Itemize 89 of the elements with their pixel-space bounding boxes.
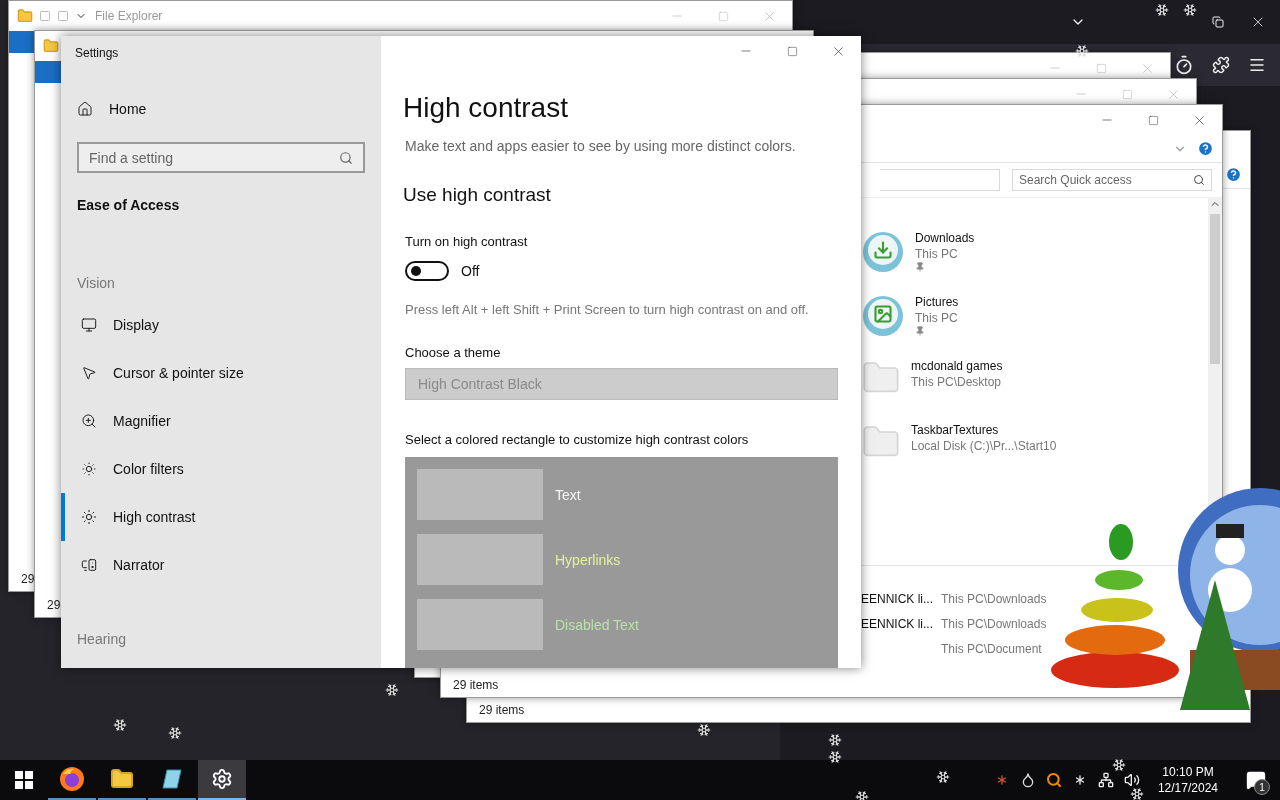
browser-icon xyxy=(59,766,85,792)
nav-item[interactable]: Cursor & pointer size xyxy=(61,349,381,397)
shortcut-hint: Press left Alt + left Shift + Print Screen to turn high contrast on and off. xyxy=(405,301,810,319)
snowflake-icon xyxy=(697,723,711,737)
snowflake-icon xyxy=(855,790,869,800)
menu-icon[interactable] xyxy=(1248,56,1266,74)
search-icon xyxy=(339,150,353,165)
search-field[interactable]: Find a setting xyxy=(77,142,365,173)
volume-icon[interactable] xyxy=(1123,772,1140,788)
taskbar-app[interactable] xyxy=(198,760,246,800)
magnifier-icon xyxy=(81,413,97,429)
notepad-icon xyxy=(160,767,184,791)
cursor-icon xyxy=(81,365,97,381)
window-title: File Explorer xyxy=(95,9,163,23)
snowflake-icon xyxy=(936,770,950,784)
status-text: 29 xyxy=(21,571,35,586)
file-name: EENNICK li... xyxy=(861,617,934,633)
monitor-icon xyxy=(81,317,97,333)
toggle-label: Turn on high contrast xyxy=(405,234,529,249)
extensions-icon[interactable] xyxy=(1212,56,1230,74)
maximize-icon[interactable] xyxy=(1121,88,1133,100)
settings-icon xyxy=(211,768,233,790)
page-title: High contrast xyxy=(403,92,569,124)
scrollbar-thumb[interactable] xyxy=(1210,214,1220,364)
snowflake-icon xyxy=(1075,44,1089,58)
status-text: 29 items xyxy=(479,702,525,717)
quick-access-item[interactable]: TaskbarTextures Local Disk (C:)\Pr...\Start10 xyxy=(861,422,1208,474)
quick-access-item[interactable]: mcdonald games This PC\Desktop xyxy=(861,358,1208,410)
folder-icon[interactable] xyxy=(17,8,33,24)
colors-label: Select a colored rectangle to customize high contrast colors xyxy=(405,432,750,447)
file-location: This PC\Document xyxy=(941,642,1042,658)
toggle-state: Off xyxy=(461,263,480,279)
home-icon xyxy=(77,101,93,117)
file-location: This PC\Downloads xyxy=(941,592,1047,608)
toggle-switch[interactable] xyxy=(405,261,449,281)
snowflake-icon xyxy=(1155,3,1169,17)
color-swatch[interactable] xyxy=(417,469,543,520)
nav-item[interactable]: Display xyxy=(61,301,381,349)
group-heading: Vision xyxy=(77,275,116,291)
color-swatch[interactable] xyxy=(417,599,543,650)
restore-icon[interactable] xyxy=(1212,16,1224,28)
maximize-icon[interactable] xyxy=(717,10,729,22)
maximize-icon[interactable] xyxy=(1095,62,1107,74)
address-field[interactable] xyxy=(880,169,1000,191)
status-text: 29 xyxy=(47,597,61,612)
folder-icon xyxy=(110,767,134,791)
swatch-label: Hyperlinks xyxy=(555,551,621,568)
file-location: This PC\Downloads xyxy=(941,617,1047,633)
color-swatch[interactable] xyxy=(417,534,543,585)
notification-button[interactable]: 1 xyxy=(1236,760,1276,800)
search-icon xyxy=(1193,174,1205,186)
nav-item[interactable]: Magnifier xyxy=(61,397,381,445)
help-icon[interactable] xyxy=(1225,166,1242,183)
help-icon[interactable] xyxy=(1197,140,1214,157)
snowflake-icon xyxy=(828,750,842,764)
ribbon-tab[interactable] xyxy=(9,31,35,53)
nav-item[interactable]: Color filters xyxy=(61,445,381,493)
window-title: Settings xyxy=(75,46,120,60)
snowflake-icon xyxy=(1112,758,1126,772)
section-heading: Use high contrast xyxy=(403,184,552,206)
snowflake-icon xyxy=(1183,3,1197,17)
timer-icon[interactable] xyxy=(1174,55,1194,75)
snowflake-icon xyxy=(385,683,399,697)
home-link[interactable]: Home xyxy=(61,96,381,122)
swatch-label: Text xyxy=(555,486,581,503)
maximize-icon[interactable] xyxy=(786,45,798,57)
clock[interactable]: 10:10 PM 12/17/2024 xyxy=(1149,764,1226,796)
category-heading: Ease of Access xyxy=(77,197,181,213)
sun-icon xyxy=(81,509,97,525)
snowflake-icon xyxy=(113,718,127,732)
windows-icon xyxy=(15,771,33,789)
group-heading: Hearing xyxy=(77,631,128,647)
ribbon-tab[interactable] xyxy=(35,61,61,83)
network-icon[interactable] xyxy=(1097,772,1114,788)
maximize-icon[interactable] xyxy=(1147,114,1159,126)
snowflake-icon xyxy=(828,733,842,747)
snowflake-icon xyxy=(1130,787,1144,800)
status-text: 29 items xyxy=(453,677,499,692)
page-description: Make text and apps easier to see by using more distinct colors. xyxy=(405,138,797,154)
narrator-icon xyxy=(81,557,97,573)
swatch-label: Disabled Text xyxy=(555,616,639,633)
nav-item[interactable]: Narrator xyxy=(61,541,381,589)
theme-label: Choose a theme xyxy=(405,345,502,360)
folder-icon[interactable] xyxy=(43,38,59,54)
snowflake-icon xyxy=(168,726,182,740)
search-field[interactable]: Search Quick access xyxy=(1012,169,1212,191)
search-icon[interactable] xyxy=(1045,772,1062,788)
file-name: EENNICK li... xyxy=(861,592,934,608)
color-filter-icon xyxy=(81,461,97,477)
